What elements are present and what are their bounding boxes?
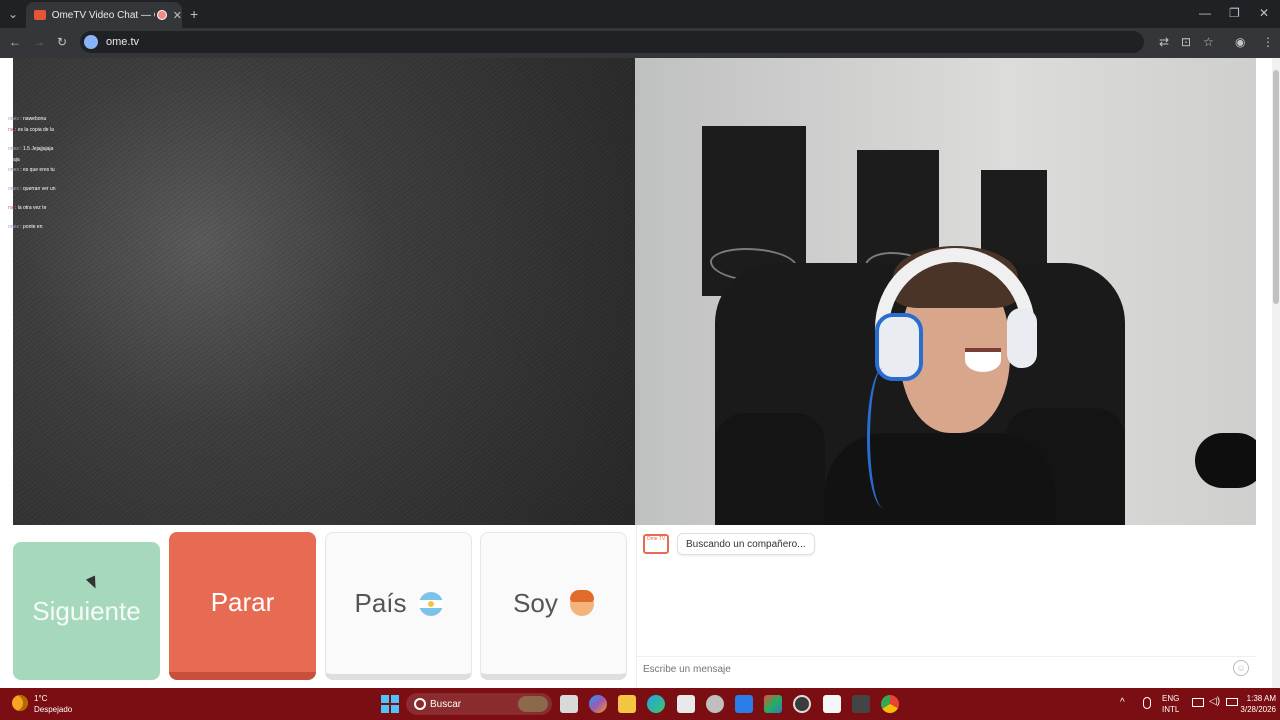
taskbar-search-label: Buscar xyxy=(430,698,462,710)
close-window-button[interactable]: ✕ xyxy=(1259,6,1269,20)
clock-time[interactable]: 1:38 AM xyxy=(1230,694,1276,703)
boy-avatar-icon xyxy=(569,589,594,616)
weather-temp: 1°C xyxy=(34,694,48,703)
overlay-message: ones : nawebona xyxy=(8,116,47,122)
overlay-message: na : la otra vez te xyxy=(8,205,47,211)
recording-indicator-icon xyxy=(156,10,167,20)
self-webcam-video xyxy=(635,58,1256,525)
minimize-button[interactable]: — xyxy=(1199,6,1211,20)
overlay-message: ones : 1.5 Jejajjajaja xyxy=(8,146,54,152)
chat-status-message: Buscando un compañero... xyxy=(677,533,815,555)
ometv-favicon-icon xyxy=(34,10,46,20)
clock-date[interactable]: 3/28/2026 xyxy=(1222,705,1276,714)
volume-icon[interactable]: ◁) xyxy=(1209,696,1220,707)
new-tab-button[interactable]: + xyxy=(190,6,198,22)
bookmark-star-icon[interactable]: ☆ xyxy=(1203,35,1214,49)
obs-icon[interactable] xyxy=(793,695,811,713)
chat-divider xyxy=(636,656,1256,657)
file-explorer-icon[interactable] xyxy=(618,695,636,713)
install-icon[interactable]: ⊡ xyxy=(1181,35,1191,49)
site-info-icon[interactable] xyxy=(84,35,98,49)
scrollbar-thumb[interactable] xyxy=(1273,70,1279,304)
language-top[interactable]: ENG xyxy=(1162,694,1179,703)
forward-button[interactable]: → xyxy=(33,35,45,49)
next-button[interactable]: Siguiente xyxy=(13,542,160,680)
stop-button[interactable]: Parar xyxy=(169,532,316,680)
search-icon xyxy=(414,698,426,710)
search-highlight-icon xyxy=(518,696,548,712)
profile-icon[interactable]: ◉ xyxy=(1235,35,1245,49)
address-bar[interactable]: ome.tv xyxy=(80,31,1144,53)
headphone-cable xyxy=(867,368,900,508)
emoji-icon[interactable]: ☺ xyxy=(1233,660,1249,676)
office-app-icon[interactable] xyxy=(764,695,782,713)
taskbar-search[interactable]: Buscar xyxy=(406,693,552,715)
moon-weather-icon[interactable] xyxy=(12,695,28,711)
argentina-flag-icon xyxy=(418,591,443,616)
store-icon[interactable] xyxy=(677,695,695,713)
overlay-message: na : es la copia de la xyxy=(8,127,54,133)
next-button-label: Siguiente xyxy=(32,595,141,626)
url-text: ome.tv xyxy=(106,36,140,48)
tab-title: OmeTV Video Chat — Ome xyxy=(51,9,155,21)
alien-app-icon[interactable] xyxy=(706,695,724,713)
document-icon[interactable] xyxy=(823,695,841,713)
page-scrollbar[interactable] xyxy=(1272,58,1280,688)
microphone xyxy=(1195,433,1256,488)
menu-icon[interactable]: ⋮ xyxy=(1262,35,1274,49)
headphone-cup-right xyxy=(1007,308,1037,368)
weather-desc: Despejado xyxy=(34,705,73,714)
edge-icon[interactable] xyxy=(647,695,665,713)
ometv-logo-icon: Ome TV xyxy=(643,534,669,554)
gender-button-label: Soy xyxy=(513,588,558,618)
overlay-message: ones : es que eres tu xyxy=(8,167,55,173)
country-button-label: País xyxy=(354,588,407,618)
task-view-icon[interactable] xyxy=(560,695,578,713)
reload-button[interactable]: ↻ xyxy=(57,35,67,49)
overlay-message: jajaja xyxy=(8,157,20,163)
translate-icon[interactable]: ⇄ xyxy=(1159,35,1169,49)
back-button[interactable]: ← xyxy=(9,35,21,49)
chrome-icon[interactable] xyxy=(881,695,899,713)
video-noise-overlay xyxy=(13,58,635,525)
restore-button[interactable]: ❐ xyxy=(1229,6,1240,20)
gender-button[interactable]: Soy xyxy=(480,532,627,680)
mail-icon[interactable] xyxy=(735,695,753,713)
person-shirt xyxy=(825,433,1055,525)
tab-close-icon[interactable]: ✕ xyxy=(173,9,182,22)
overlay-message: ones : querran ver un xyxy=(8,186,56,192)
country-button[interactable]: País xyxy=(325,532,472,680)
display-icon[interactable] xyxy=(1192,698,1204,707)
microphone-icon[interactable] xyxy=(1143,697,1151,709)
message-input[interactable] xyxy=(643,662,1203,676)
chair-arm-left xyxy=(715,413,825,525)
tray-chevron-icon[interactable]: ^ xyxy=(1120,697,1125,708)
terminal-app-icon[interactable] xyxy=(852,695,870,713)
stop-button-label: Parar xyxy=(210,586,275,617)
windows-start-icon[interactable] xyxy=(381,695,399,713)
overlay-message: ones : ponte en xyxy=(8,224,43,230)
language-bottom[interactable]: INTL xyxy=(1162,705,1179,714)
browser-tab[interactable]: OmeTV Video Chat — Ome ✕ xyxy=(26,2,182,28)
windows-taskbar xyxy=(0,688,1280,720)
copilot-icon[interactable] xyxy=(589,695,607,713)
tab-search-icon[interactable]: ⌄ xyxy=(8,7,18,21)
